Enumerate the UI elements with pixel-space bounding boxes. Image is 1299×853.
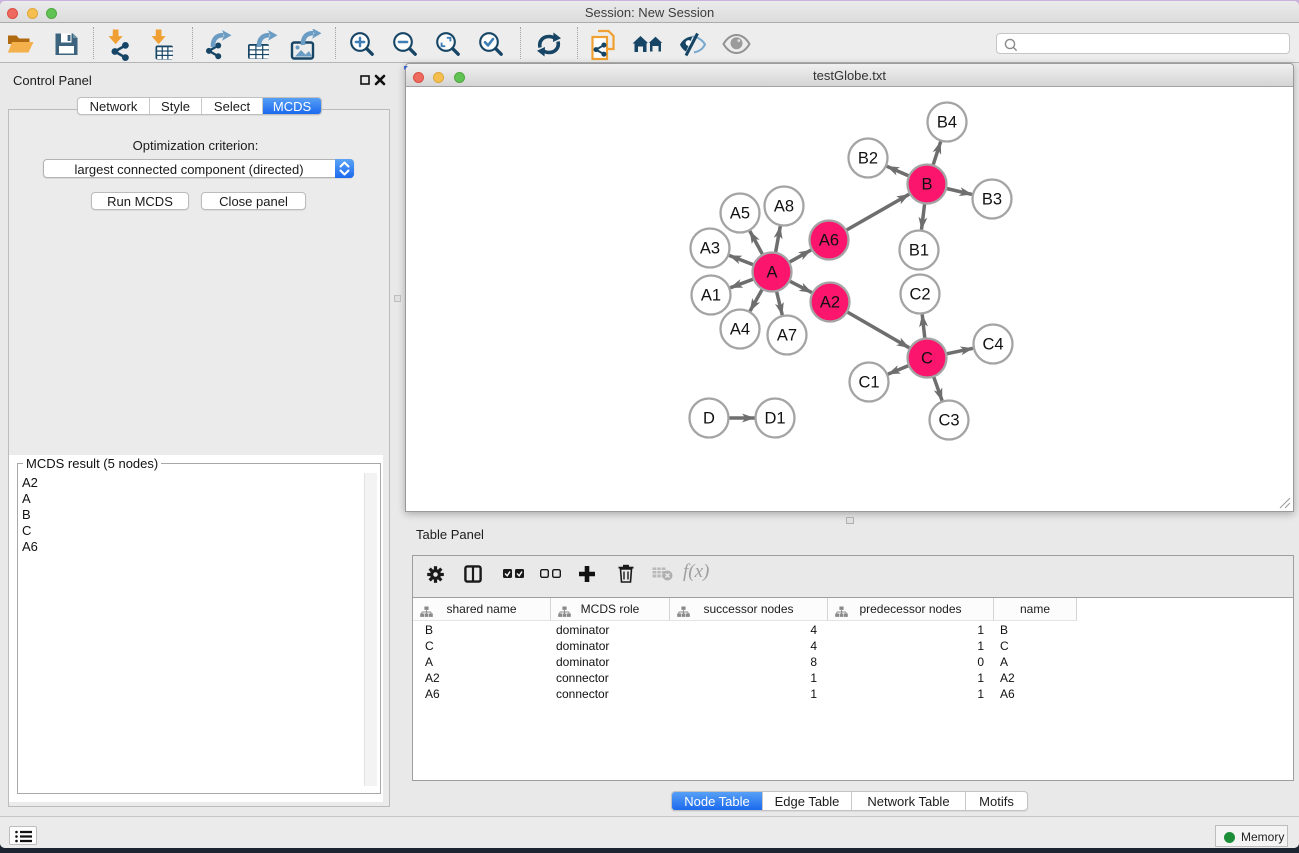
svg-text:B2: B2 bbox=[858, 150, 878, 168]
svg-text:B4: B4 bbox=[937, 114, 957, 132]
svg-text:C2: C2 bbox=[909, 286, 930, 304]
svg-text:C1: C1 bbox=[858, 374, 879, 392]
svg-text:B: B bbox=[921, 176, 932, 194]
svg-text:C: C bbox=[921, 350, 933, 368]
svg-text:A5: A5 bbox=[730, 205, 750, 223]
svg-text:C4: C4 bbox=[982, 336, 1003, 354]
svg-text:A3: A3 bbox=[700, 240, 720, 258]
svg-text:A1: A1 bbox=[701, 287, 721, 305]
svg-text:D: D bbox=[703, 410, 715, 428]
svg-text:A8: A8 bbox=[774, 198, 794, 216]
svg-text:B3: B3 bbox=[982, 191, 1002, 209]
svg-text:B1: B1 bbox=[909, 242, 929, 260]
svg-text:C3: C3 bbox=[938, 412, 959, 430]
svg-text:D1: D1 bbox=[764, 410, 785, 428]
svg-text:A7: A7 bbox=[777, 327, 797, 345]
svg-text:A6: A6 bbox=[819, 232, 839, 250]
svg-text:A2: A2 bbox=[820, 294, 840, 312]
svg-text:A: A bbox=[766, 264, 777, 282]
svg-text:A4: A4 bbox=[730, 321, 750, 339]
